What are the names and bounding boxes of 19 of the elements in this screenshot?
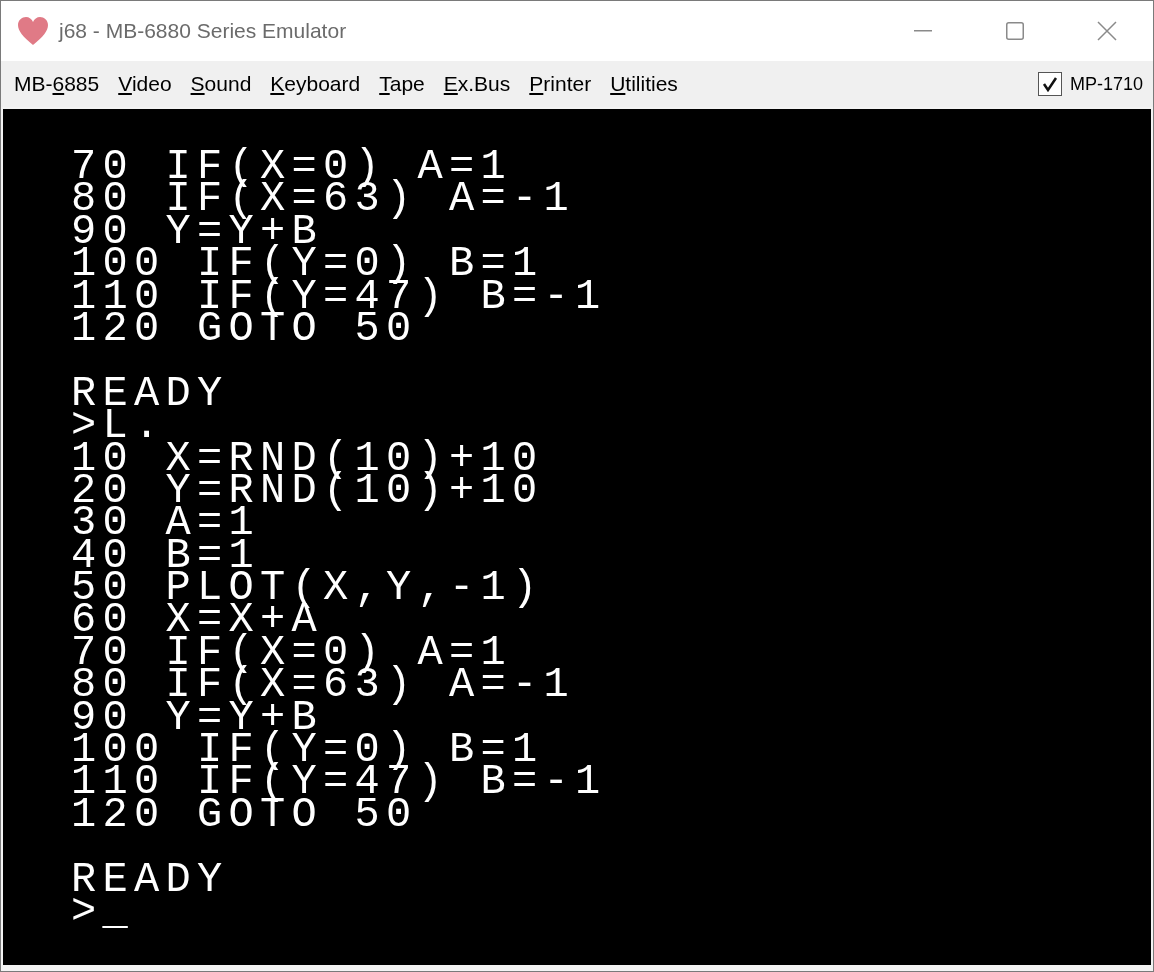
menu-item[interactable]: Ex.Bus [436,68,518,100]
menu-item[interactable]: Keyboard [263,68,368,100]
menu-item[interactable]: Video [111,68,179,100]
screen-text-line: >L. [71,410,166,443]
minimize-icon [914,30,932,32]
screen-text-line: READY [71,863,229,896]
menu-item[interactable]: Printer [522,68,599,100]
checkbox-label: MP-1710 [1069,72,1143,96]
heart-icon [17,16,49,46]
menu-item[interactable]: Sound [183,68,259,100]
maximize-icon [1006,22,1024,40]
menu-item[interactable]: MB-6885 [7,68,107,100]
screen-text-line: >_ [71,896,134,929]
menu-item[interactable]: Tape [372,68,432,100]
window-title: j68 - MB-6880 Series Emulator [59,18,347,45]
checkbox[interactable] [1037,72,1062,96]
close-icon [1097,21,1117,41]
check-icon [1041,76,1058,92]
menu-item[interactable]: Utilities [603,68,685,100]
